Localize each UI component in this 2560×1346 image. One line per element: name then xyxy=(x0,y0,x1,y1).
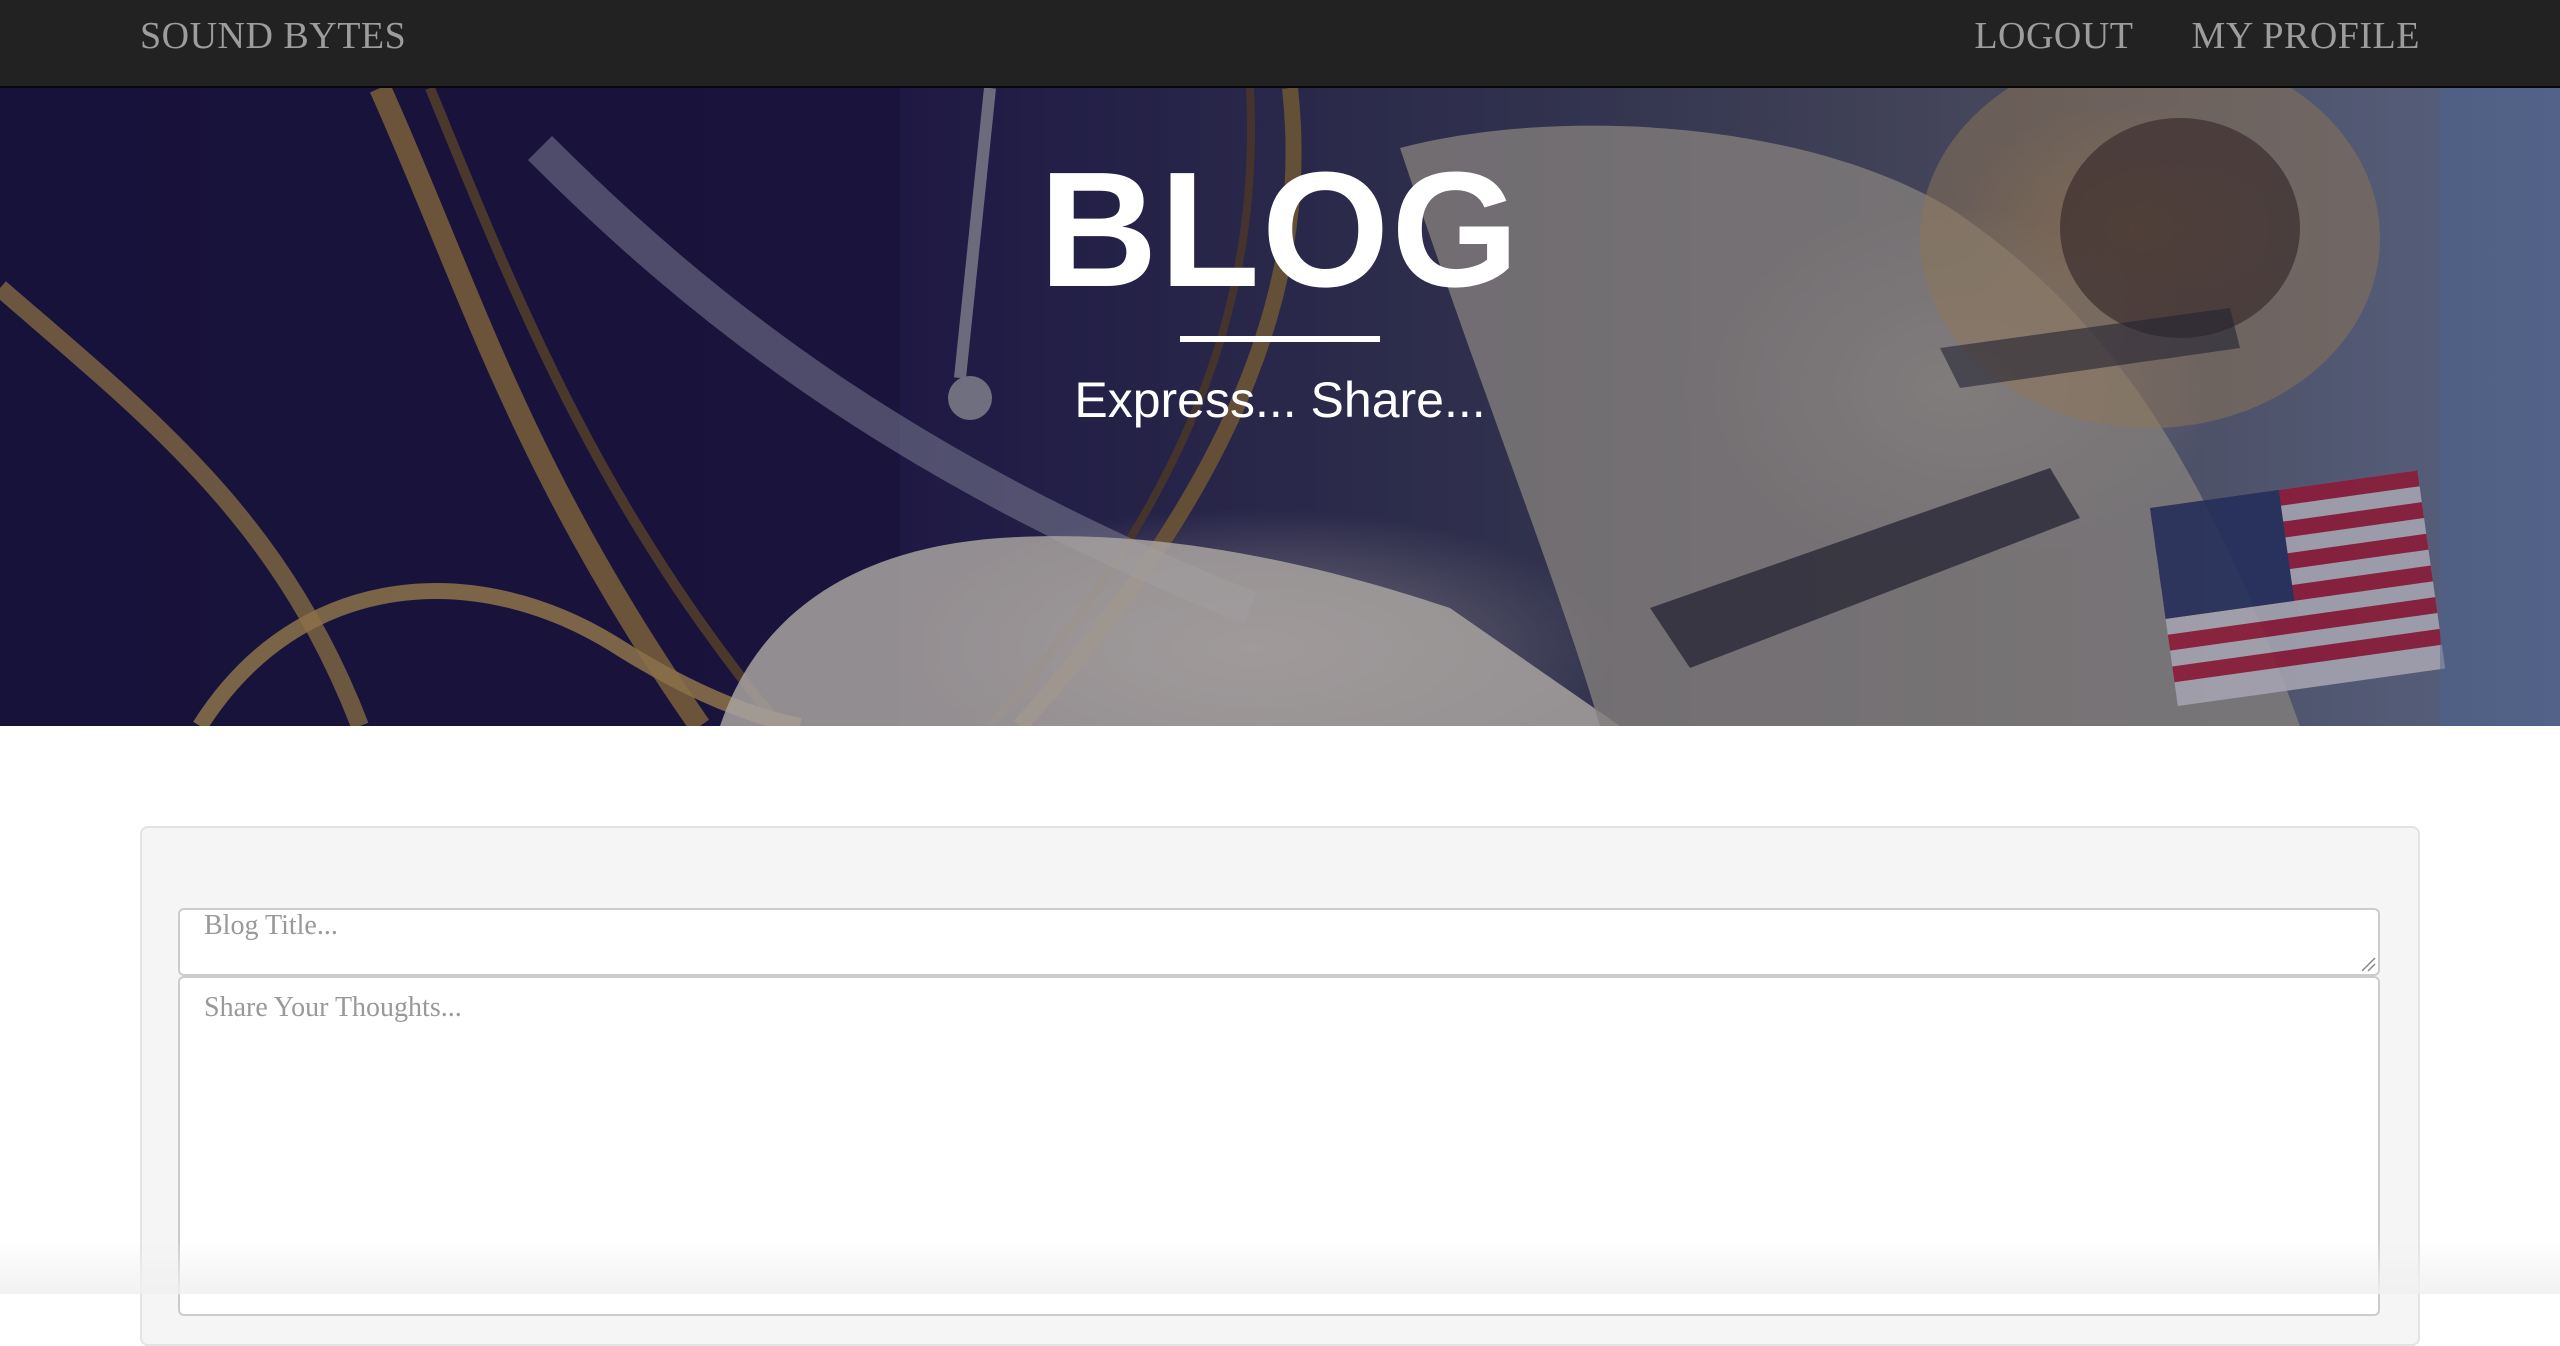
nav-links: LOGOUT MY PROFILE xyxy=(1974,14,2420,58)
my-profile-link[interactable]: MY PROFILE xyxy=(2192,14,2420,58)
resize-grip-icon[interactable] xyxy=(2360,956,2376,972)
blog-title-input[interactable] xyxy=(178,908,2380,976)
logout-link[interactable]: LOGOUT xyxy=(1974,14,2133,58)
hero-subtitle: Express... Share... xyxy=(1074,372,1486,428)
brand-link[interactable]: SOUND BYTES xyxy=(140,14,406,58)
blog-body-textarea[interactable] xyxy=(178,976,2380,1316)
hero-banner: BLOG Express... Share... xyxy=(0,88,2560,726)
hero-divider xyxy=(1180,336,1380,342)
top-navbar: SOUND BYTES LOGOUT MY PROFILE xyxy=(0,0,2560,88)
hero-title: BLOG xyxy=(1039,138,1521,321)
